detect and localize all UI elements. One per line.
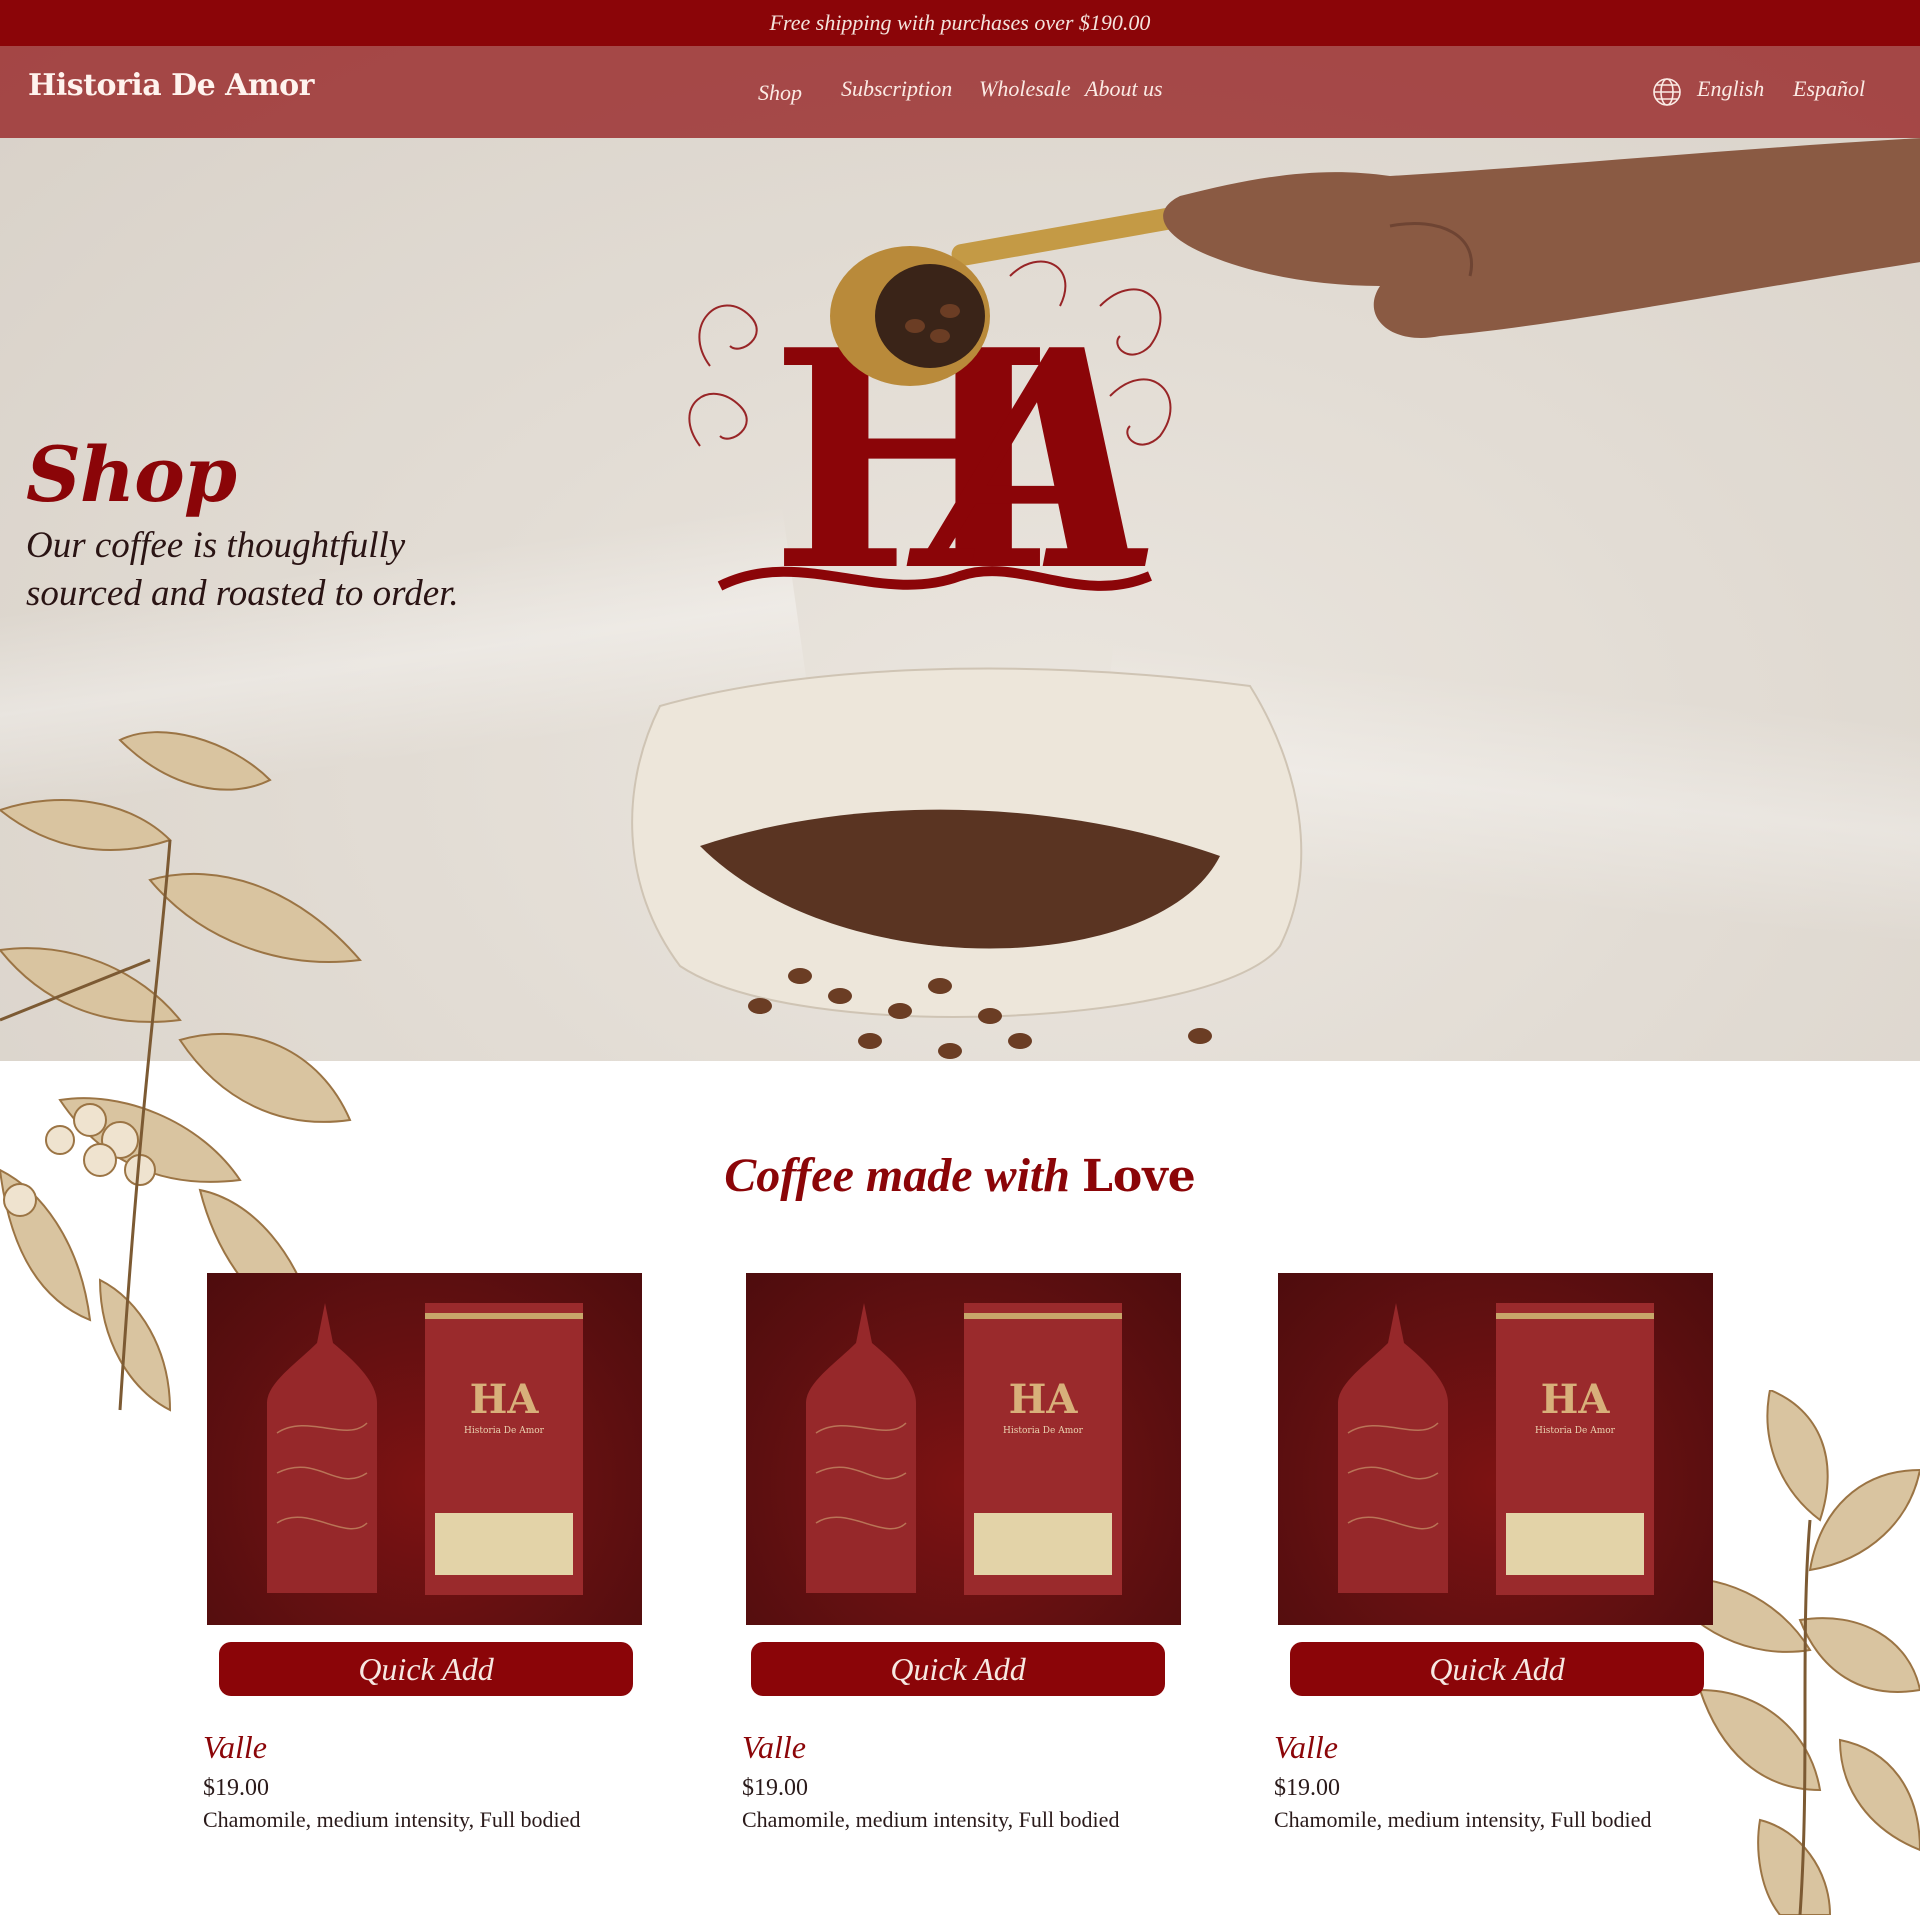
bag-brand-label: Historia De Amor (1003, 1426, 1084, 1436)
svg-text:HA: HA (1541, 1376, 1611, 1423)
nav-about-us[interactable]: About us (1085, 76, 1163, 102)
svg-text:HA: HA (470, 1376, 540, 1423)
site-logo[interactable]: Historia De Amor (28, 68, 314, 103)
product-description: Chamomile, medium intensity, Full bodied (1274, 1807, 1652, 1832)
product-image[interactable]: HA Historia De Amor (1278, 1273, 1713, 1625)
quick-add-button[interactable]: Quick Add (219, 1642, 633, 1696)
product-name[interactable]: Valle (742, 1729, 806, 1766)
coffee-bag-image: HA Historia De Amor (1338, 1303, 1654, 1595)
coffee-sack-image (631, 667, 1303, 1059)
section-title-emphasis: Love (1081, 1151, 1196, 1202)
product-price: $19.00 (1274, 1775, 1340, 1801)
product-price: $19.00 (742, 1775, 808, 1801)
hero-subtitle: Our coffee is thoughtfully sourced and r… (26, 525, 459, 614)
hand-image (1163, 138, 1920, 338)
hero-title: Shop (26, 430, 237, 519)
product-description: Chamomile, medium intensity, Full bodied (203, 1807, 581, 1832)
bag-brand-label: Historia De Amor (464, 1426, 545, 1436)
product-price: $19.00 (203, 1775, 269, 1801)
nav-shop[interactable]: Shop (758, 80, 802, 106)
coffee-bag-image: HA Historia De Amor (267, 1303, 583, 1595)
product-card[interactable]: HA Historia De Amor Quick Add Valle $19.… (742, 1273, 1181, 1832)
product-image[interactable]: HA Historia De Amor (207, 1273, 642, 1625)
product-image[interactable]: HA Historia De Amor (746, 1273, 1181, 1625)
nav-subscription[interactable]: Subscription (841, 76, 952, 102)
announcement-text: Free shipping with purchases over $190.0… (769, 10, 1151, 35)
quick-add-button[interactable]: Quick Add (1290, 1642, 1704, 1696)
globe-icon[interactable] (1652, 77, 1682, 107)
main-header: Historia De Amor Shop Subscription Whole… (0, 46, 1920, 138)
announcement-bar: Free shipping with purchases over $190.0… (0, 0, 1920, 46)
language-english[interactable]: English (1697, 76, 1764, 102)
language-espanol[interactable]: Español (1793, 76, 1865, 102)
coffee-bag-image: HA Historia De Amor (806, 1303, 1122, 1595)
product-description: Chamomile, medium intensity, Full bodied (742, 1807, 1120, 1832)
nav-wholesale[interactable]: Wholesale (979, 76, 1071, 102)
svg-text:HA: HA (1009, 1376, 1079, 1423)
bag-brand-label: Historia De Amor (1535, 1426, 1616, 1436)
product-card[interactable]: HA Historia De Amor Quick Add Valle $19.… (203, 1273, 642, 1832)
section-title-prefix: Coffee made with (724, 1149, 1082, 1202)
product-card[interactable]: HA Historia De Amor Quick Add Valle $19.… (1274, 1273, 1713, 1832)
quick-add-button[interactable]: Quick Add (751, 1642, 1165, 1696)
product-name[interactable]: Valle (203, 1729, 267, 1766)
section-title: Coffee made with Love (0, 1148, 1920, 1203)
product-name[interactable]: Valle (1274, 1729, 1338, 1766)
